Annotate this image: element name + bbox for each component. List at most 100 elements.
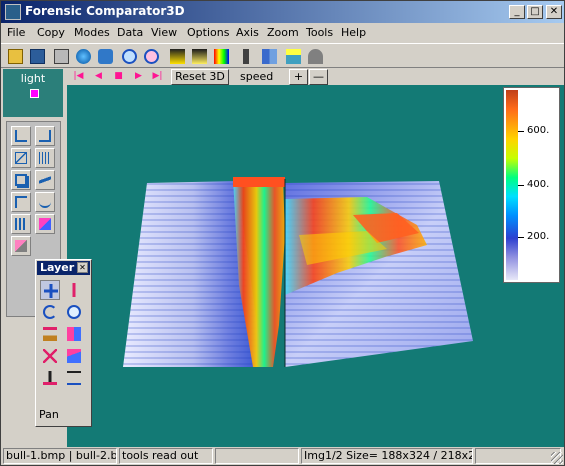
filter-button[interactable] — [305, 46, 326, 67]
close-button[interactable]: ✕ — [546, 5, 562, 19]
left-plate-edge — [233, 177, 285, 187]
anchor-button[interactable] — [40, 368, 60, 388]
layer-window-titlebar[interactable]: Layer ✕ — [37, 261, 90, 275]
light-rays-button[interactable] — [189, 46, 210, 67]
last-frame-button[interactable]: ▶| — [152, 71, 163, 82]
stop-button[interactable]: ■ — [113, 71, 124, 82]
print-button[interactable] — [51, 46, 72, 67]
plane-stack-button[interactable] — [11, 170, 31, 190]
histogram-button[interactable] — [11, 214, 31, 234]
status-bar: bull-1.bmp | bull-2.bmp tools read out I… — [1, 447, 564, 465]
measure-button[interactable] — [235, 46, 256, 67]
reset-3d-button[interactable]: Reset 3D — [171, 69, 229, 85]
plane-cut-icon — [15, 196, 27, 208]
menu-options[interactable]: Options — [187, 26, 229, 39]
color-layers-button[interactable] — [35, 214, 55, 234]
save-button[interactable] — [27, 46, 48, 67]
menu-modes[interactable]: Modes — [74, 26, 110, 39]
profile-icon — [286, 49, 301, 64]
vertical-shift-button[interactable] — [64, 280, 84, 300]
color-layers-icon — [39, 218, 51, 230]
status-files: bull-1.bmp | bull-2.bmp — [3, 448, 117, 464]
plane-side-button[interactable] — [11, 148, 31, 168]
status-blank — [475, 448, 561, 464]
speed-increase-button[interactable]: + — [289, 69, 308, 85]
scale-tick-400 — [518, 185, 524, 186]
compare-icon — [262, 49, 277, 64]
menu-help[interactable]: Help — [341, 26, 366, 39]
surface-render[interactable] — [67, 85, 564, 447]
tilt-layer-button[interactable] — [64, 346, 84, 366]
scale-label-600: 600. — [527, 125, 550, 136]
compare-button[interactable] — [259, 46, 280, 67]
scale-tick-200 — [518, 237, 524, 238]
menu-tools[interactable]: Tools — [306, 26, 333, 39]
magnifier-button[interactable] — [64, 302, 84, 322]
color-scale-button[interactable] — [211, 46, 232, 67]
profile-button[interactable] — [283, 46, 304, 67]
plane-back-icon — [39, 130, 51, 142]
speed-decrease-button[interactable]: — — [309, 69, 328, 85]
maximize-button[interactable]: □ — [527, 5, 543, 19]
light-rays-icon — [192, 49, 207, 64]
title-bar[interactable]: Forensic Comparator3D _ □ ✕ — [1, 1, 564, 23]
open-button[interactable] — [5, 46, 26, 67]
light-panel[interactable]: light — [3, 69, 63, 117]
plane-cut-button[interactable] — [11, 192, 31, 212]
open-folder-icon — [8, 49, 23, 64]
3d-viewport[interactable]: 600. 400. 200. — [67, 85, 564, 447]
minimize-button[interactable]: _ — [509, 5, 525, 19]
rotate-icon — [43, 305, 57, 319]
layer-window-title: Layer — [40, 261, 75, 274]
filter-funnel-icon — [308, 49, 323, 64]
plane-grid-icon — [39, 152, 51, 164]
status-empty — [215, 448, 299, 464]
scale-label-200: 200. — [527, 231, 550, 242]
raise-layer-button[interactable] — [40, 324, 60, 344]
first-frame-button[interactable]: |◀ — [73, 71, 84, 82]
delete-layer-button[interactable] — [40, 346, 60, 366]
menu-zoom[interactable]: Zoom — [267, 26, 299, 39]
spotlight-button[interactable] — [167, 46, 188, 67]
layer-close-button[interactable]: ✕ — [77, 262, 88, 273]
plane-front-icon — [15, 130, 27, 142]
zoom-out-button[interactable] — [141, 46, 162, 67]
menu-copy[interactable]: Copy — [37, 26, 65, 39]
zoom-in-button[interactable] — [119, 46, 140, 67]
plane-back-button[interactable] — [35, 126, 55, 146]
color-scale-legend: 600. 400. 200. — [503, 87, 560, 283]
globe-button[interactable] — [73, 46, 94, 67]
pan-cross-icon — [44, 284, 58, 298]
plane-front-button[interactable] — [11, 126, 31, 146]
speed-label: speed — [240, 70, 274, 83]
wave-button[interactable] — [35, 192, 55, 212]
play-button[interactable]: ▶ — [133, 71, 144, 82]
layer-tool-status: Pan — [39, 408, 59, 421]
status-image-info: Img1/2 Size= 188x324 / 218x218 — [301, 448, 473, 464]
light-color-swatch[interactable] — [30, 89, 39, 98]
layer-tool-window: Layer ✕ Pan — [35, 259, 92, 427]
surface-button[interactable] — [35, 170, 55, 190]
delete-layer-icon — [43, 349, 57, 363]
scale-tick-600 — [518, 131, 524, 132]
raise-layer-icon — [43, 327, 57, 341]
prev-frame-button[interactable]: ◀ — [93, 71, 104, 82]
animation-bar: |◀ ◀ ■ ▶ ▶| Reset 3D speed + — — [67, 69, 564, 85]
plane-stack-icon — [15, 174, 27, 186]
resize-grip[interactable] — [551, 452, 563, 464]
spotlight-icon — [170, 49, 185, 64]
color-map-button[interactable] — [64, 324, 84, 344]
camera-button[interactable] — [95, 46, 116, 67]
app-icon[interactable] — [5, 4, 21, 20]
menu-data[interactable]: Data — [117, 26, 143, 39]
scale-z-button[interactable] — [64, 368, 84, 388]
menu-view[interactable]: View — [151, 26, 177, 39]
plane-grid-button[interactable] — [35, 148, 55, 168]
pan-tool-button[interactable] — [40, 280, 60, 300]
print-icon — [54, 49, 69, 64]
eraser-button[interactable] — [11, 236, 31, 256]
menu-axis[interactable]: Axis — [236, 26, 259, 39]
zoom-in-icon — [122, 49, 137, 64]
rotate-button[interactable] — [40, 302, 60, 322]
menu-file[interactable]: File — [7, 26, 25, 39]
